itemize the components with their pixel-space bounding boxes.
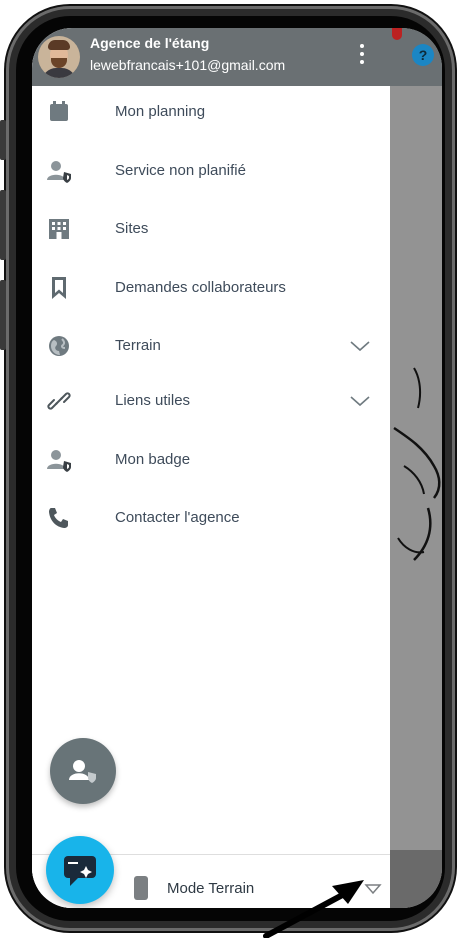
menu-item-label: Mon planning: [115, 103, 206, 120]
menu-item-label: Liens utiles: [115, 392, 191, 409]
menu-item-label: Sites: [115, 220, 149, 237]
drawer-header: Agence de l'étang lewebfrancais+101@gmai…: [32, 28, 390, 86]
menu-item-label: Terrain: [115, 337, 161, 354]
avatar[interactable]: [38, 36, 80, 78]
phone-side-button: [0, 280, 6, 350]
menu-item-sites[interactable]: Sites: [32, 203, 390, 255]
navigation-drawer: Agence de l'étang lewebfrancais+101@gmai…: [32, 28, 390, 908]
menu-item-label: Mon badge: [115, 451, 191, 468]
mode-terrain-label[interactable]: Mode Terrain: [167, 880, 254, 897]
phone-screen: ? Agence de l'étang lewebfrancais+101@gm…: [32, 28, 442, 908]
link-icon: [47, 392, 71, 410]
calendar-icon: [50, 101, 68, 121]
menu-item-terrain[interactable]: Terrain: [32, 320, 390, 372]
phone-icon: [49, 508, 68, 528]
help-icon[interactable]: ?: [412, 44, 434, 66]
chat-sparkle-icon: [64, 856, 96, 886]
person-shield-icon: [69, 760, 96, 783]
phone-side-button: [0, 120, 6, 160]
menu-item-mon-planning[interactable]: Mon planning: [32, 86, 390, 138]
menu-item-label: Service non planifié: [115, 162, 246, 179]
menu-item-contacter-agence[interactable]: Contacter l'agence: [32, 492, 390, 544]
menu-item-liens-utiles[interactable]: Liens utiles: [32, 375, 390, 427]
menu-item-service-non-planifie[interactable]: Service non planifié: [32, 145, 390, 197]
menu-item-label: Demandes collaborateurs: [115, 279, 286, 296]
person-fab-button[interactable]: [50, 738, 116, 804]
chevron-down-icon[interactable]: [348, 389, 372, 413]
agency-name: Agence de l'étang: [90, 35, 210, 51]
annotation-arrow-icon: [263, 880, 364, 938]
notification-pin-icon: [392, 28, 402, 40]
menu-item-mon-badge[interactable]: Mon badge: [32, 434, 390, 486]
menu-item-label: Contacter l'agence: [115, 509, 240, 526]
bookmark-icon: [52, 277, 66, 299]
chevron-down-icon[interactable]: [348, 334, 372, 358]
user-email: lewebfrancais+101@gmail.com: [90, 57, 286, 73]
phone-side-button: [0, 190, 6, 260]
background-illustration: [393, 367, 441, 561]
person-shield-icon: [47, 161, 71, 183]
more-options-icon[interactable]: [354, 42, 370, 70]
building-icon: [49, 219, 69, 239]
globe-icon: [49, 336, 69, 356]
chat-fab-button[interactable]: [46, 836, 114, 904]
person-shield-icon: [47, 450, 71, 472]
menu-item-demandes-collaborateurs[interactable]: Demandes collaborateurs: [32, 262, 390, 314]
smartphone-icon: [134, 876, 148, 900]
